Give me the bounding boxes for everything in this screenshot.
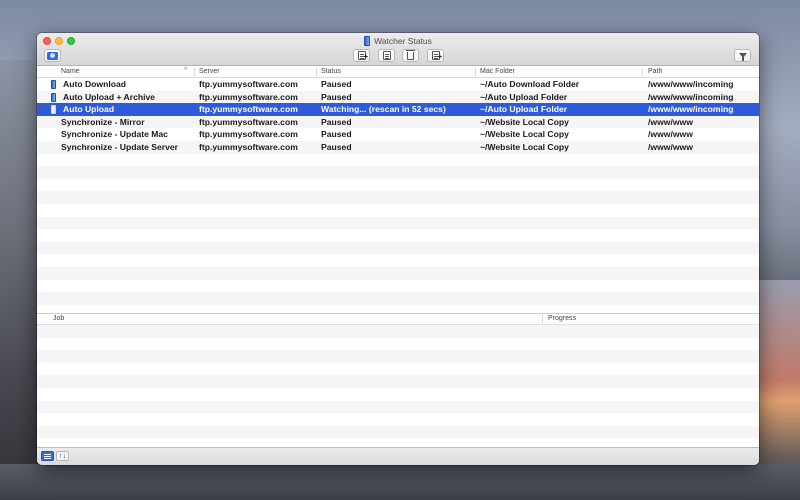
watcher-mac-folder: ~/Website Local Copy bbox=[480, 142, 569, 152]
empty-row bbox=[37, 204, 759, 217]
watcher-mac-folder: ~/Auto Upload Folder bbox=[480, 91, 568, 102]
empty-row bbox=[37, 325, 759, 338]
job-table-body bbox=[37, 325, 759, 447]
job-table-header: Job Progress bbox=[37, 314, 759, 325]
column-divider[interactable] bbox=[316, 68, 317, 76]
bottom-bar: ↑↓ bbox=[37, 447, 759, 465]
watcher-name: Synchronize - Update Server bbox=[61, 142, 179, 152]
watcher-icon bbox=[51, 80, 56, 89]
watcher-status: Paused bbox=[321, 129, 352, 140]
empty-row bbox=[37, 166, 759, 179]
watcher-path: /www/www/incoming bbox=[648, 79, 734, 89]
empty-row bbox=[37, 388, 759, 401]
table-row[interactable]: Synchronize - Mirror ftp.yummysoftware.co… bbox=[37, 115, 759, 129]
empty-row bbox=[37, 363, 759, 376]
watcher-status-window: Watcher Status Name ^ Server Status Mac … bbox=[37, 33, 759, 465]
watcher-name: Auto Upload bbox=[63, 104, 115, 115]
watcher-path: /www/www bbox=[648, 142, 693, 152]
column-header-name[interactable]: Name bbox=[61, 67, 80, 77]
window-title: Watcher Status bbox=[374, 36, 432, 46]
column-header-job[interactable]: Job bbox=[53, 314, 64, 324]
new-watcher-button[interactable] bbox=[353, 49, 370, 62]
empty-row bbox=[37, 254, 759, 267]
watcher-server: ftp.yummysoftware.com bbox=[199, 129, 298, 140]
trash-icon bbox=[406, 49, 415, 60]
table-row[interactable]: Synchronize - Update Server ftp.yummysoft… bbox=[37, 141, 759, 154]
empty-row bbox=[37, 229, 759, 242]
new-watcher-icon bbox=[357, 51, 368, 61]
empty-row bbox=[37, 338, 759, 351]
edit-watcher-button[interactable] bbox=[378, 49, 395, 62]
watcher-name: Synchronize - Mirror bbox=[61, 116, 145, 127]
edit-icon bbox=[382, 51, 391, 60]
watcher-mac-folder: ~/Website Local Copy bbox=[480, 116, 569, 127]
table-row[interactable]: Auto Download ftp.yummysoftware.com Paused… bbox=[37, 78, 759, 91]
empty-row bbox=[37, 280, 759, 293]
column-header-status[interactable]: Status bbox=[321, 67, 341, 77]
watcher-status: Paused bbox=[321, 116, 352, 127]
camera-button[interactable] bbox=[44, 49, 61, 62]
watcher-status: Watching... (rescan in 52 secs) bbox=[321, 104, 446, 115]
watcher-server: ftp.yummysoftware.com bbox=[199, 116, 298, 127]
watcher-status: Paused bbox=[321, 79, 352, 89]
sort-button[interactable]: ↑↓ bbox=[56, 451, 69, 461]
watcher-server: ftp.yummysoftware.com bbox=[199, 142, 298, 152]
empty-row bbox=[37, 241, 759, 255]
watcher-mac-folder: ~/Website Local Copy bbox=[480, 129, 569, 140]
watcher-name: Auto Upload + Archive bbox=[63, 91, 156, 102]
sort-arrows-icon: ↑↓ bbox=[59, 452, 66, 460]
column-divider[interactable] bbox=[194, 68, 195, 76]
camera-icon bbox=[47, 51, 58, 60]
column-header-progress[interactable]: Progress bbox=[548, 314, 576, 324]
column-header-server[interactable]: Server bbox=[199, 67, 220, 77]
watcher-table-header: Name ^ Server Status Mac Folder Path bbox=[37, 66, 759, 78]
empty-row bbox=[37, 425, 759, 439]
empty-row bbox=[37, 154, 759, 167]
watcher-status: Paused bbox=[321, 91, 352, 102]
empty-row bbox=[37, 216, 759, 230]
empty-row bbox=[37, 350, 759, 363]
empty-row bbox=[37, 413, 759, 426]
column-divider[interactable] bbox=[642, 68, 643, 76]
table-row[interactable]: Auto Upload + Archive ftp.yummysoftware.c… bbox=[37, 90, 759, 104]
window-title-group: Watcher Status bbox=[37, 35, 759, 47]
filter-icon bbox=[738, 53, 747, 61]
empty-row bbox=[37, 400, 759, 414]
empty-row bbox=[37, 267, 759, 280]
watcher-name: Synchronize - Update Mac bbox=[61, 129, 168, 140]
column-header-path[interactable]: Path bbox=[648, 67, 662, 77]
watcher-table-body: Auto Download ftp.yummysoftware.com Paused… bbox=[37, 78, 759, 313]
table-row[interactable]: Synchronize - Update Mac ftp.yummysoftwar… bbox=[37, 128, 759, 141]
empty-row bbox=[37, 179, 759, 192]
column-divider[interactable] bbox=[542, 315, 543, 323]
watcher-path: /www/www bbox=[648, 129, 693, 140]
desktop-background-bottom bbox=[0, 464, 800, 500]
delete-watcher-button[interactable] bbox=[402, 49, 419, 62]
filter-button[interactable] bbox=[734, 49, 751, 62]
log-icon bbox=[431, 51, 442, 61]
watcher-icon bbox=[51, 92, 56, 102]
column-divider[interactable] bbox=[475, 68, 476, 76]
title-bar: Watcher Status bbox=[37, 33, 759, 66]
watcher-mac-folder: ~/Auto Download Folder bbox=[480, 79, 580, 89]
table-row[interactable]: Auto Upload ftp.yummysoftware.com Watching… bbox=[37, 103, 759, 116]
watcher-server: ftp.yummysoftware.com bbox=[199, 104, 298, 115]
watcher-icon bbox=[51, 105, 56, 115]
sort-ascending-icon: ^ bbox=[184, 67, 188, 74]
watcher-path: /www/www/incoming bbox=[648, 104, 734, 115]
watcher-path: /www/www bbox=[648, 116, 693, 127]
column-header-mac-folder[interactable]: Mac Folder bbox=[480, 67, 515, 77]
watcher-name: Auto Download bbox=[63, 79, 127, 89]
show-log-button[interactable] bbox=[41, 451, 54, 461]
watcher-server: ftp.yummysoftware.com bbox=[199, 91, 298, 102]
watcher-path: /www/www/incoming bbox=[648, 91, 734, 102]
watcher-server: ftp.yummysoftware.com bbox=[199, 79, 298, 89]
empty-row bbox=[37, 292, 759, 305]
watcher-status: Paused bbox=[321, 142, 352, 152]
watcher-mac-folder: ~/Auto Upload Folder bbox=[480, 104, 568, 115]
view-log-button[interactable] bbox=[427, 49, 444, 62]
watcher-icon bbox=[364, 36, 371, 46]
empty-row bbox=[37, 191, 759, 204]
empty-row bbox=[37, 375, 759, 388]
